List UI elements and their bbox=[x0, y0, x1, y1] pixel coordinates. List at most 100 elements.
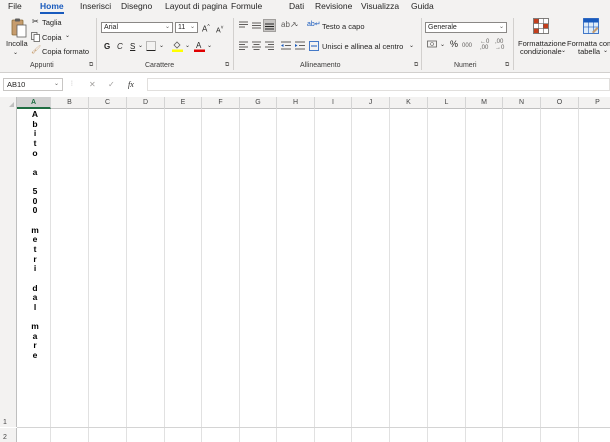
tab-revisione[interactable]: Revisione bbox=[315, 0, 352, 15]
chevron-down-icon[interactable]: ⌄ bbox=[65, 31, 70, 41]
copy-button[interactable]: Copia bbox=[42, 33, 62, 42]
formula-bar: AB10 ⌄ ⋮ ✕ ✓ fx bbox=[0, 76, 610, 93]
align-right-icon[interactable] bbox=[265, 41, 274, 53]
increase-font-icon[interactable]: A^ bbox=[202, 22, 210, 35]
cell-a1[interactable]: Abito a 500 metri dal mare bbox=[30, 109, 40, 361]
borders-icon[interactable] bbox=[146, 41, 156, 54]
decrease-font-icon[interactable]: A˅ bbox=[216, 23, 224, 36]
tab-file[interactable]: File bbox=[8, 0, 22, 15]
column-header-b[interactable]: B bbox=[51, 97, 89, 109]
paste-button[interactable]: Incolla bbox=[6, 39, 28, 48]
chevron-down-icon[interactable]: ⌄ bbox=[159, 41, 164, 51]
increase-decimal-icon[interactable]: ←0,00 bbox=[480, 39, 489, 51]
column-header-g[interactable]: G bbox=[240, 97, 277, 109]
column-header-m[interactable]: M bbox=[466, 97, 503, 109]
format-painter-button[interactable]: Copia formato bbox=[42, 47, 89, 56]
font-name-select[interactable]: Arial ⌄ bbox=[101, 22, 173, 33]
select-all-button[interactable] bbox=[0, 97, 17, 109]
font-color-icon[interactable]: A bbox=[194, 40, 205, 55]
row-divider bbox=[17, 427, 610, 428]
number-format-select[interactable]: Generale ⌄ bbox=[425, 22, 507, 33]
column-header-d[interactable]: D bbox=[127, 97, 165, 109]
tab-disegno[interactable]: Disegno bbox=[121, 0, 152, 15]
column-header-n[interactable]: N bbox=[503, 97, 541, 109]
column-header-f[interactable]: F bbox=[202, 97, 240, 109]
chevron-down-icon[interactable]: ⌄ bbox=[603, 46, 608, 56]
gridline bbox=[427, 109, 428, 442]
tab-inserisci[interactable]: Inserisci bbox=[80, 0, 111, 15]
chevron-down-icon[interactable]: ⌄ bbox=[294, 20, 299, 30]
fill-color-icon[interactable] bbox=[172, 40, 183, 55]
align-center-icon[interactable] bbox=[252, 41, 261, 53]
chevron-down-icon: ⌄ bbox=[498, 24, 504, 30]
column-header-e[interactable]: E bbox=[165, 97, 202, 109]
percent-button[interactable]: % bbox=[450, 40, 458, 49]
column-header-p[interactable]: P bbox=[579, 97, 610, 109]
tab-layout-di-pagina[interactable]: Layout di pagina bbox=[165, 0, 227, 15]
chevron-down-icon[interactable]: ⌄ bbox=[440, 40, 445, 50]
align-left-icon[interactable] bbox=[239, 41, 248, 53]
merge-center-button[interactable]: Unisci e allinea al centro bbox=[322, 42, 403, 51]
column-header-l[interactable]: L bbox=[428, 97, 466, 109]
format-as-table-icon[interactable] bbox=[583, 18, 599, 37]
name-box[interactable]: AB10 ⌄ bbox=[3, 78, 63, 91]
alignment-launcher-icon[interactable]: ⧉ bbox=[414, 62, 418, 69]
chevron-down-icon[interactable]: ⌄ bbox=[207, 41, 212, 51]
chevron-down-icon[interactable]: ⌄ bbox=[185, 41, 190, 51]
column-header-j[interactable]: J bbox=[352, 97, 390, 109]
chevron-down-icon[interactable]: ⌄ bbox=[409, 41, 414, 51]
align-bottom-icon[interactable] bbox=[265, 21, 274, 33]
confirm-icon[interactable]: ✓ bbox=[108, 78, 115, 91]
tab-guida[interactable]: Guida bbox=[411, 0, 434, 15]
paste-icon[interactable] bbox=[9, 18, 27, 38]
chevron-down-icon[interactable]: ⌄ bbox=[13, 48, 18, 58]
format-painter-icon[interactable]: 🖌 bbox=[31, 45, 41, 55]
row-header[interactable]: 2 bbox=[0, 428, 17, 442]
number-launcher-icon[interactable]: ⧉ bbox=[505, 62, 509, 69]
column-header-i[interactable]: I bbox=[315, 97, 352, 109]
column-header-a[interactable]: A bbox=[17, 97, 51, 109]
font-group-label: Carattere bbox=[145, 62, 175, 69]
currency-icon[interactable] bbox=[427, 40, 437, 52]
wrap-text-button[interactable]: Testo a capo bbox=[322, 22, 365, 31]
column-header-o[interactable]: O bbox=[541, 97, 579, 109]
cancel-icon[interactable]: ✕ bbox=[89, 78, 96, 91]
insert-function-button[interactable]: fx bbox=[128, 78, 134, 91]
align-middle-icon[interactable] bbox=[252, 21, 261, 33]
conditional-formatting-icon[interactable] bbox=[533, 18, 549, 37]
decrease-decimal-icon[interactable]: ,00 →0 bbox=[495, 39, 504, 51]
gridline bbox=[578, 109, 579, 442]
chevron-down-icon[interactable]: ⌄ bbox=[138, 41, 143, 51]
column-header-h[interactable]: H bbox=[277, 97, 315, 109]
bold-button[interactable]: G bbox=[104, 42, 110, 51]
cut-button[interactable]: Taglia bbox=[42, 18, 62, 27]
wrap-text-icon[interactable]: ab↵ bbox=[307, 20, 321, 30]
font-size-select[interactable]: 11 ⌄ bbox=[175, 22, 198, 33]
conditional-formatting-label2[interactable]: condizionale bbox=[520, 47, 562, 56]
column-header-k[interactable]: K bbox=[390, 97, 428, 109]
row-header[interactable]: 1 bbox=[0, 109, 17, 427]
tab-visualizza[interactable]: Visualizza bbox=[361, 0, 399, 15]
gridline bbox=[164, 109, 165, 442]
tab-home[interactable]: Home bbox=[40, 0, 64, 15]
group-separator bbox=[96, 18, 97, 70]
font-launcher-icon[interactable]: ⧉ bbox=[225, 62, 229, 69]
scissors-icon[interactable]: ✂ bbox=[32, 17, 39, 27]
italic-button[interactable]: C bbox=[117, 42, 123, 51]
spreadsheet-grid[interactable]: ABCDEFGHIJKLMNOP 1 2 Abito a 500 metri d… bbox=[0, 97, 610, 442]
align-top-icon[interactable] bbox=[239, 21, 248, 33]
chevron-down-icon[interactable]: ⌄ bbox=[561, 46, 566, 56]
column-header-c[interactable]: C bbox=[89, 97, 127, 109]
formula-input[interactable] bbox=[147, 78, 610, 91]
decrease-indent-icon[interactable] bbox=[281, 41, 291, 53]
tab-formule[interactable]: Formule bbox=[231, 0, 262, 15]
copy-icon[interactable] bbox=[31, 32, 40, 45]
underline-button[interactable]: S bbox=[130, 42, 135, 51]
gridline bbox=[276, 109, 277, 442]
tab-dati[interactable]: Dati bbox=[289, 0, 304, 15]
clipboard-launcher-icon[interactable]: ⧉ bbox=[89, 62, 93, 69]
increase-indent-icon[interactable] bbox=[295, 41, 305, 53]
format-as-table-label2[interactable]: tabella bbox=[578, 47, 600, 56]
merge-center-icon[interactable] bbox=[309, 41, 319, 54]
thousands-button[interactable]: 000 bbox=[462, 42, 472, 51]
